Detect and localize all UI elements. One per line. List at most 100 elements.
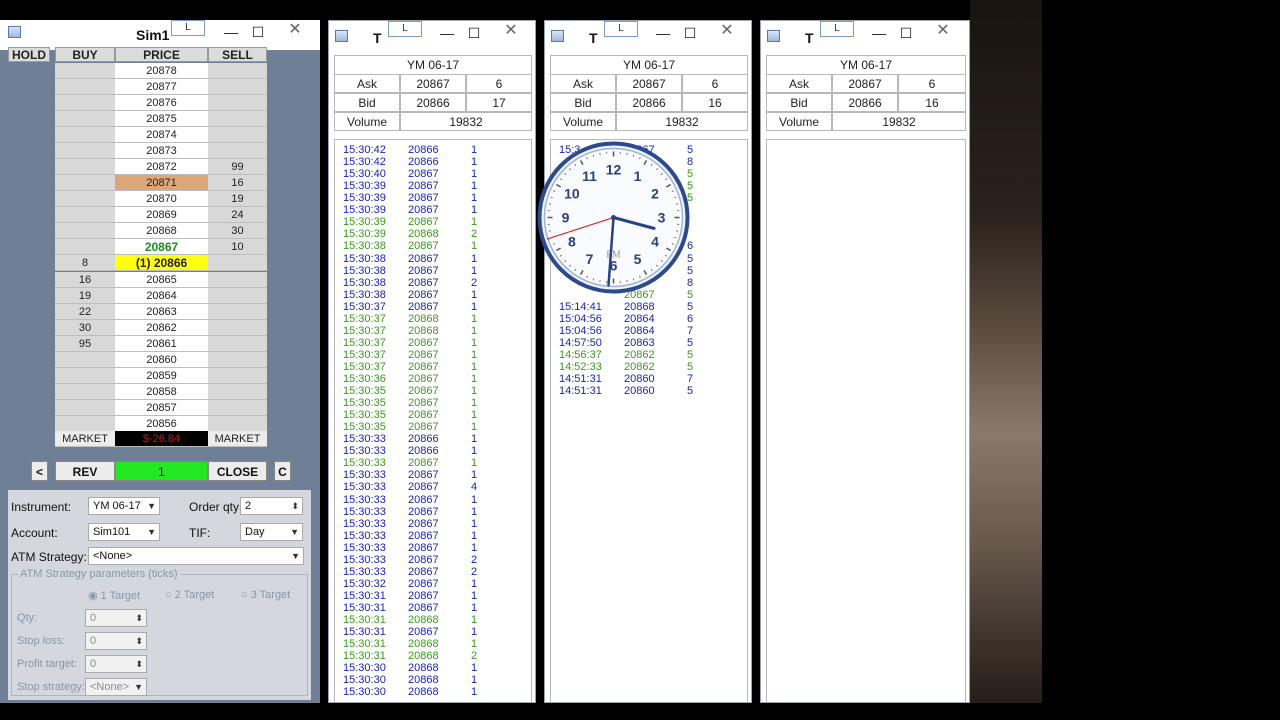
maximize-icon[interactable]: ☐ xyxy=(245,22,271,44)
buy-cell[interactable] xyxy=(55,400,115,416)
buy-cell[interactable]: 8 xyxy=(55,255,115,271)
price-cell[interactable]: 20870 xyxy=(115,191,208,207)
instrument-select[interactable]: YM 06-17 ▼ xyxy=(88,497,160,515)
buy-cell[interactable]: 95 xyxy=(55,336,115,352)
close-icon[interactable]: ✕ xyxy=(922,21,964,43)
price-cell[interactable]: 20875 xyxy=(115,111,208,127)
price-cell[interactable]: 20876 xyxy=(115,95,208,111)
sell-cell[interactable] xyxy=(208,400,267,416)
price-cell[interactable]: 20860 xyxy=(115,352,208,368)
sell-cell[interactable] xyxy=(208,416,267,432)
buy-cell[interactable]: 16 xyxy=(55,272,115,288)
prev-button[interactable]: < xyxy=(31,461,48,481)
atm-strategy-select[interactable]: <None> ▼ xyxy=(88,547,304,565)
link-button[interactable]: L xyxy=(820,21,854,37)
sell-cell[interactable] xyxy=(208,111,267,127)
price-cell[interactable]: 20857 xyxy=(115,400,208,416)
sell-cell[interactable] xyxy=(208,272,267,288)
sell-cell[interactable]: 10 xyxy=(208,239,267,255)
trades-list[interactable]: 15:30:42 20866 1 15:30:42 20866 1 15:30:40 2086… xyxy=(334,139,532,702)
buy-cell[interactable] xyxy=(55,384,115,400)
price-cell[interactable]: 20861 xyxy=(115,336,208,352)
sell-cell[interactable] xyxy=(208,384,267,400)
ts-titlebar[interactable]: T L — ☐ ✕ xyxy=(329,21,535,51)
minimize-icon[interactable]: — xyxy=(218,22,244,44)
buy-cell[interactable] xyxy=(55,175,115,191)
minimize-icon[interactable]: — xyxy=(434,23,460,45)
account-select[interactable]: Sim101 ▼ xyxy=(88,523,160,541)
order-qty-stepper[interactable]: 2 ⬍ xyxy=(240,497,303,515)
sell-cell[interactable]: 19 xyxy=(208,191,267,207)
sell-cell[interactable] xyxy=(208,352,267,368)
buy-cell[interactable] xyxy=(55,127,115,143)
buy-cell[interactable] xyxy=(55,239,115,255)
buy-cell[interactable] xyxy=(55,368,115,384)
price-cell[interactable]: 20871 xyxy=(115,175,208,191)
analog-clock[interactable]: 12 1234567891011PM xyxy=(536,140,691,295)
link-button[interactable]: L xyxy=(171,20,205,36)
price-cell[interactable]: 20865 xyxy=(115,272,208,288)
ts-titlebar[interactable]: T L — ☐ ✕ xyxy=(761,21,969,51)
sell-cell[interactable] xyxy=(208,368,267,384)
buy-cell[interactable] xyxy=(55,416,115,432)
buy-cell[interactable]: 19 xyxy=(55,288,115,304)
price-cell[interactable]: 20862 xyxy=(115,320,208,336)
sell-cell[interactable]: 99 xyxy=(208,159,267,175)
price-cell[interactable]: 20877 xyxy=(115,79,208,95)
sell-cell[interactable] xyxy=(208,95,267,111)
price-cell[interactable]: 20873 xyxy=(115,143,208,159)
close-icon[interactable]: ✕ xyxy=(490,21,532,43)
buy-cell[interactable]: 22 xyxy=(55,304,115,320)
qty-stepper[interactable]: 0 ⬍ xyxy=(85,609,147,627)
sell-cell[interactable] xyxy=(208,255,267,271)
buy-cell[interactable] xyxy=(55,79,115,95)
reverse-button[interactable]: REV xyxy=(55,461,115,481)
sell-cell[interactable] xyxy=(208,79,267,95)
link-button[interactable]: L xyxy=(388,21,422,37)
price-cell[interactable]: 20867 xyxy=(115,239,208,255)
target-radio-1[interactable]: ◉ 1 Target xyxy=(88,589,140,602)
close-position-button[interactable]: CLOSE xyxy=(208,461,267,481)
buy-cell[interactable]: 30 xyxy=(55,320,115,336)
market-buy-button[interactable]: MARKET xyxy=(55,431,115,447)
price-cell[interactable]: 20878 xyxy=(115,63,208,79)
sell-cell[interactable]: 16 xyxy=(208,175,267,191)
price-cell[interactable]: (1) 20866 xyxy=(115,255,208,271)
price-cell[interactable]: 20859 xyxy=(115,368,208,384)
sell-cell[interactable] xyxy=(208,320,267,336)
stop-strategy-select[interactable]: <None> ▼ xyxy=(85,678,147,696)
ts-titlebar[interactable]: T L — ☐ ✕ xyxy=(545,21,751,51)
trades-list[interactable] xyxy=(766,139,966,702)
buy-cell[interactable] xyxy=(55,223,115,239)
close-icon[interactable]: ✕ xyxy=(706,21,748,43)
price-cell[interactable]: 20874 xyxy=(115,127,208,143)
sell-cell[interactable] xyxy=(208,288,267,304)
buy-cell[interactable] xyxy=(55,352,115,368)
market-sell-button[interactable]: MARKET xyxy=(208,431,267,447)
price-cell[interactable]: 20869 xyxy=(115,207,208,223)
buy-cell[interactable] xyxy=(55,111,115,127)
buy-cell[interactable] xyxy=(55,159,115,175)
price-cell[interactable]: 20863 xyxy=(115,304,208,320)
maximize-icon[interactable]: ☐ xyxy=(893,23,919,45)
tif-select[interactable]: Day ▼ xyxy=(240,523,303,541)
price-cell[interactable]: 20868 xyxy=(115,223,208,239)
minimize-icon[interactable]: — xyxy=(866,23,892,45)
price-cell[interactable]: 20864 xyxy=(115,288,208,304)
sell-cell[interactable] xyxy=(208,143,267,159)
buy-cell[interactable] xyxy=(55,191,115,207)
superdom-titlebar[interactable]: Sim1 L — ☐ ✕ xyxy=(0,20,320,50)
target-radio-2[interactable]: ○ 2 Target xyxy=(165,589,214,601)
price-cell[interactable]: 20858 xyxy=(115,384,208,400)
c-button[interactable]: C xyxy=(274,461,291,481)
maximize-icon[interactable]: ☐ xyxy=(677,23,703,45)
buy-cell[interactable] xyxy=(55,63,115,79)
minimize-icon[interactable]: — xyxy=(650,23,676,45)
profit-target-stepper[interactable]: 0 ⬍ xyxy=(85,655,147,673)
target-radio-3[interactable]: ○ 3 Target xyxy=(241,589,290,601)
sell-cell[interactable]: 24 xyxy=(208,207,267,223)
sell-cell[interactable] xyxy=(208,127,267,143)
buy-cell[interactable] xyxy=(55,95,115,111)
sell-cell[interactable] xyxy=(208,304,267,320)
sell-cell[interactable]: 30 xyxy=(208,223,267,239)
